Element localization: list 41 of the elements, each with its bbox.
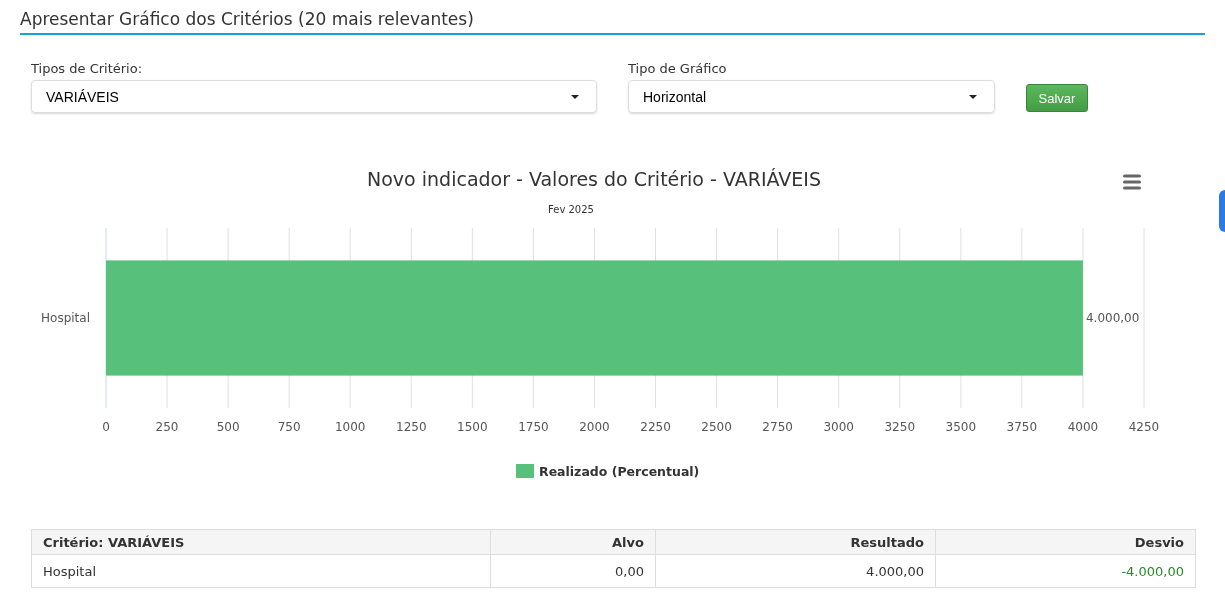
axis-label: 0	[102, 420, 110, 434]
axis-label: 1500	[457, 420, 488, 434]
chart-subtitle: Fev 2025	[548, 204, 594, 215]
legend-swatch	[516, 464, 534, 478]
table-cell: -4.000,00	[935, 554, 1196, 588]
table-cell: 0,00	[490, 554, 656, 588]
axis-label: 4000	[1067, 420, 1099, 434]
axis-label: 2750	[762, 420, 793, 434]
axis-label: 2250	[640, 420, 671, 434]
column-header: Critério: VARIÁVEIS	[31, 529, 491, 555]
axis-label: 2500	[701, 420, 732, 434]
axis-label: 2000	[579, 420, 610, 434]
field-label: Tipos de Critério:	[31, 60, 144, 77]
caret-icon	[969, 94, 977, 99]
category-label: Hospital	[41, 311, 90, 325]
axis-label: 1000	[334, 420, 366, 434]
table-cell: Hospital	[31, 554, 491, 588]
table-cell: 4.000,00	[655, 554, 936, 588]
value-label: 4.000,00	[1085, 311, 1140, 325]
axis-label: 250	[155, 420, 179, 434]
caret-icon	[571, 94, 579, 99]
axis-label: 4250	[1128, 420, 1160, 434]
column-header: Resultado	[655, 529, 936, 555]
axis-label: 3500	[945, 420, 977, 434]
legend-label: Realizado (Percentual)	[539, 464, 700, 479]
axis-label: 500	[216, 420, 240, 434]
field-label: Tipo de Gráfico	[628, 60, 728, 77]
dropdown-field[interactable]: VARIÁVEIS	[31, 80, 597, 113]
axis-label: 3000	[823, 420, 854, 434]
axis-label: 1250	[396, 420, 427, 434]
chart-title: Novo indicador - Valores do Critério - VARIÁVEIS	[367, 168, 821, 190]
page-title: Apresentar Gráfico dos Critérios (20 mais relevantes)	[20, 8, 475, 29]
axis-label: 1750	[518, 420, 549, 434]
axis-label: 3750	[1006, 420, 1038, 434]
column-header: Desvio	[935, 529, 1196, 555]
menu-icon	[1123, 174, 1141, 190]
axis-label: 750	[277, 420, 301, 434]
column-header: Alvo	[490, 529, 656, 555]
side-tab[interactable]	[1219, 190, 1225, 232]
dropdown-field[interactable]: Horizontal	[628, 80, 995, 113]
axis-label: 3250	[884, 420, 916, 434]
